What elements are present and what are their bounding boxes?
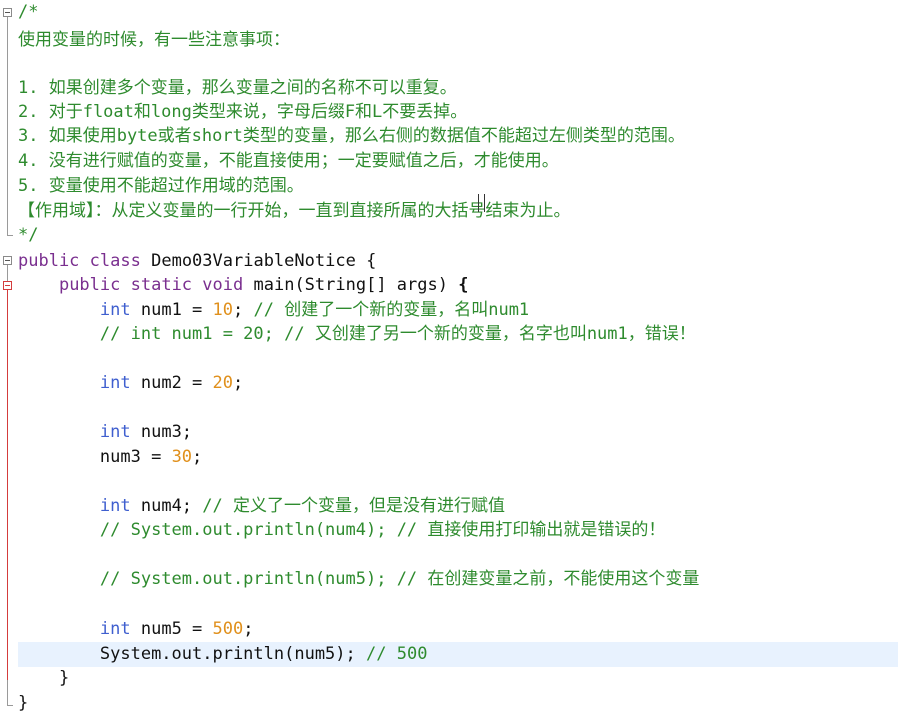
type-int: int (99, 300, 131, 320)
number-literal: 10 (212, 300, 234, 320)
code-line[interactable]: int num2 = 20; (18, 371, 898, 396)
code-line[interactable]: int num1 = 10; // 创建了一个新的变量，名叫num1 (18, 298, 898, 323)
type-int: int (99, 422, 131, 442)
code-line[interactable]: 5. 变量使用不能超过作用域的范围。 (18, 174, 898, 199)
type-int: int (99, 373, 131, 393)
code-line[interactable]: 1. 如果创建多个变量，那么变量之间的名称不可以重复。 (18, 76, 898, 101)
line-comment: // int num1 = 20; // 又创建了另一个新的变量，名字也叫num… (99, 324, 696, 344)
type-int: int (99, 496, 131, 516)
current-code-line[interactable]: System.out.println(num5); // 500 (18, 642, 898, 667)
assignment: num3 = (99, 447, 162, 467)
fold-guide-method (7, 290, 8, 680)
text-cursor-icon (478, 194, 485, 212)
type-int: int (99, 619, 131, 639)
method-close-brace: } (58, 668, 70, 688)
code-line[interactable]: */ (18, 223, 898, 248)
fold-class-icon[interactable] (3, 256, 12, 265)
code-line[interactable]: // int num1 = 20; // 又创建了另一个新的变量，名字也叫num… (18, 322, 898, 347)
code-editor[interactable]: /* 使用变量的时候，有一些注意事项： 1. 如果创建多个变量，那么变量之间的名… (0, 0, 898, 713)
code-line[interactable]: /* (18, 0, 898, 25)
comment-note: 5. 变量使用不能超过作用域的范围。 (18, 176, 304, 196)
code-line[interactable]: int num4; // 定义了一个变量，但是没有进行赋值 (18, 494, 898, 519)
code-line[interactable]: 3. 如果使用byte或者short类型的变量，那么右侧的数据值不能超过左侧类型… (18, 124, 898, 149)
code-line[interactable]: public static void main(String[] args) { (18, 273, 898, 298)
keyword-void: void (202, 275, 244, 295)
comment-scope: 【作用域】：从定义变量的一行开始，一直到直接所属的大括号结束为止。 (18, 201, 571, 221)
number-literal: 30 (171, 447, 193, 467)
fold-method-icon[interactable] (3, 281, 12, 290)
class-close-brace: } (18, 693, 29, 713)
code-line[interactable]: 2. 对于float和long类型来说，字母后缀F和L不要丢掉。 (18, 100, 898, 125)
code-line[interactable]: public class Demo03VariableNotice { (18, 249, 898, 274)
fold-comment-icon[interactable] (3, 8, 12, 17)
declaration: num5 = (140, 619, 203, 639)
semicolon: ; (233, 300, 244, 320)
number-literal: 20 (212, 373, 234, 393)
declaration: num2 = (140, 373, 203, 393)
number-literal: 500 (212, 619, 244, 639)
declaration: num1 = (140, 300, 203, 320)
declaration: num4; (140, 496, 193, 516)
comment-note: 1. 如果创建多个变量，那么变量之间的名称不可以重复。 (18, 78, 457, 98)
code-line[interactable]: int num3; (18, 420, 898, 445)
method-signature: main(String[] args) (253, 275, 448, 295)
keyword-class: class (89, 251, 141, 271)
class-name: Demo03VariableNotice (151, 251, 356, 271)
comment-note: 2. 对于float和long类型来说，字母后缀F和L不要丢掉。 (18, 102, 468, 122)
fold-guide-comment (7, 17, 8, 235)
line-comment: // System.out.println(num4); // 直接使用打印输出… (99, 520, 666, 540)
fold-end-class (7, 705, 13, 706)
semicolon: ; (243, 619, 254, 639)
code-line[interactable]: 4. 没有进行赋值的变量，不能直接使用；一定要赋值之后，才能使用。 (18, 149, 898, 174)
comment-note: 4. 没有进行赋值的变量，不能直接使用；一定要赋值之后，才能使用。 (18, 151, 559, 171)
keyword-public: public (18, 251, 80, 271)
code-line[interactable]: 使用变量的时候，有一些注意事项： (18, 28, 898, 53)
keyword-public: public (58, 275, 121, 295)
semicolon: ; (233, 373, 244, 393)
comment-note: 3. 如果使用byte或者short类型的变量，那么右侧的数据值不能超过左侧类型… (18, 126, 685, 146)
keyword-static: static (130, 275, 193, 295)
code-line[interactable]: 【作用域】：从定义变量的一行开始，一直到直接所属的大括号结束为止。 (18, 199, 898, 224)
code-line[interactable]: } (18, 691, 898, 716)
code-line[interactable]: } (18, 666, 898, 691)
code-line[interactable]: int num5 = 500; (18, 617, 898, 642)
code-line[interactable]: // System.out.println(num5); // 在创建变量之前，… (18, 567, 898, 592)
fold-end-comment (7, 235, 13, 236)
code-line[interactable]: num3 = 30; (18, 445, 898, 470)
line-comment: // 500 (366, 644, 428, 664)
line-comment: // 创建了一个新的变量，名叫num1 (253, 300, 530, 320)
line-comment: // 定义了一个变量，但是没有进行赋值 (202, 496, 506, 516)
statement: System.out.println(num5); (99, 644, 356, 664)
line-comment: // System.out.println(num5); // 在创建变量之前，… (99, 569, 700, 589)
method-open-brace: { (458, 275, 469, 295)
class-open-brace: { (366, 251, 377, 271)
comment-close: */ (18, 225, 39, 245)
comment-open: /* (18, 2, 39, 22)
code-line[interactable]: // System.out.println(num4); // 直接使用打印输出… (18, 518, 898, 543)
semicolon: ; (192, 447, 203, 467)
declaration: num3; (140, 422, 193, 442)
comment-intro: 使用变量的时候，有一些注意事项： (18, 30, 290, 50)
